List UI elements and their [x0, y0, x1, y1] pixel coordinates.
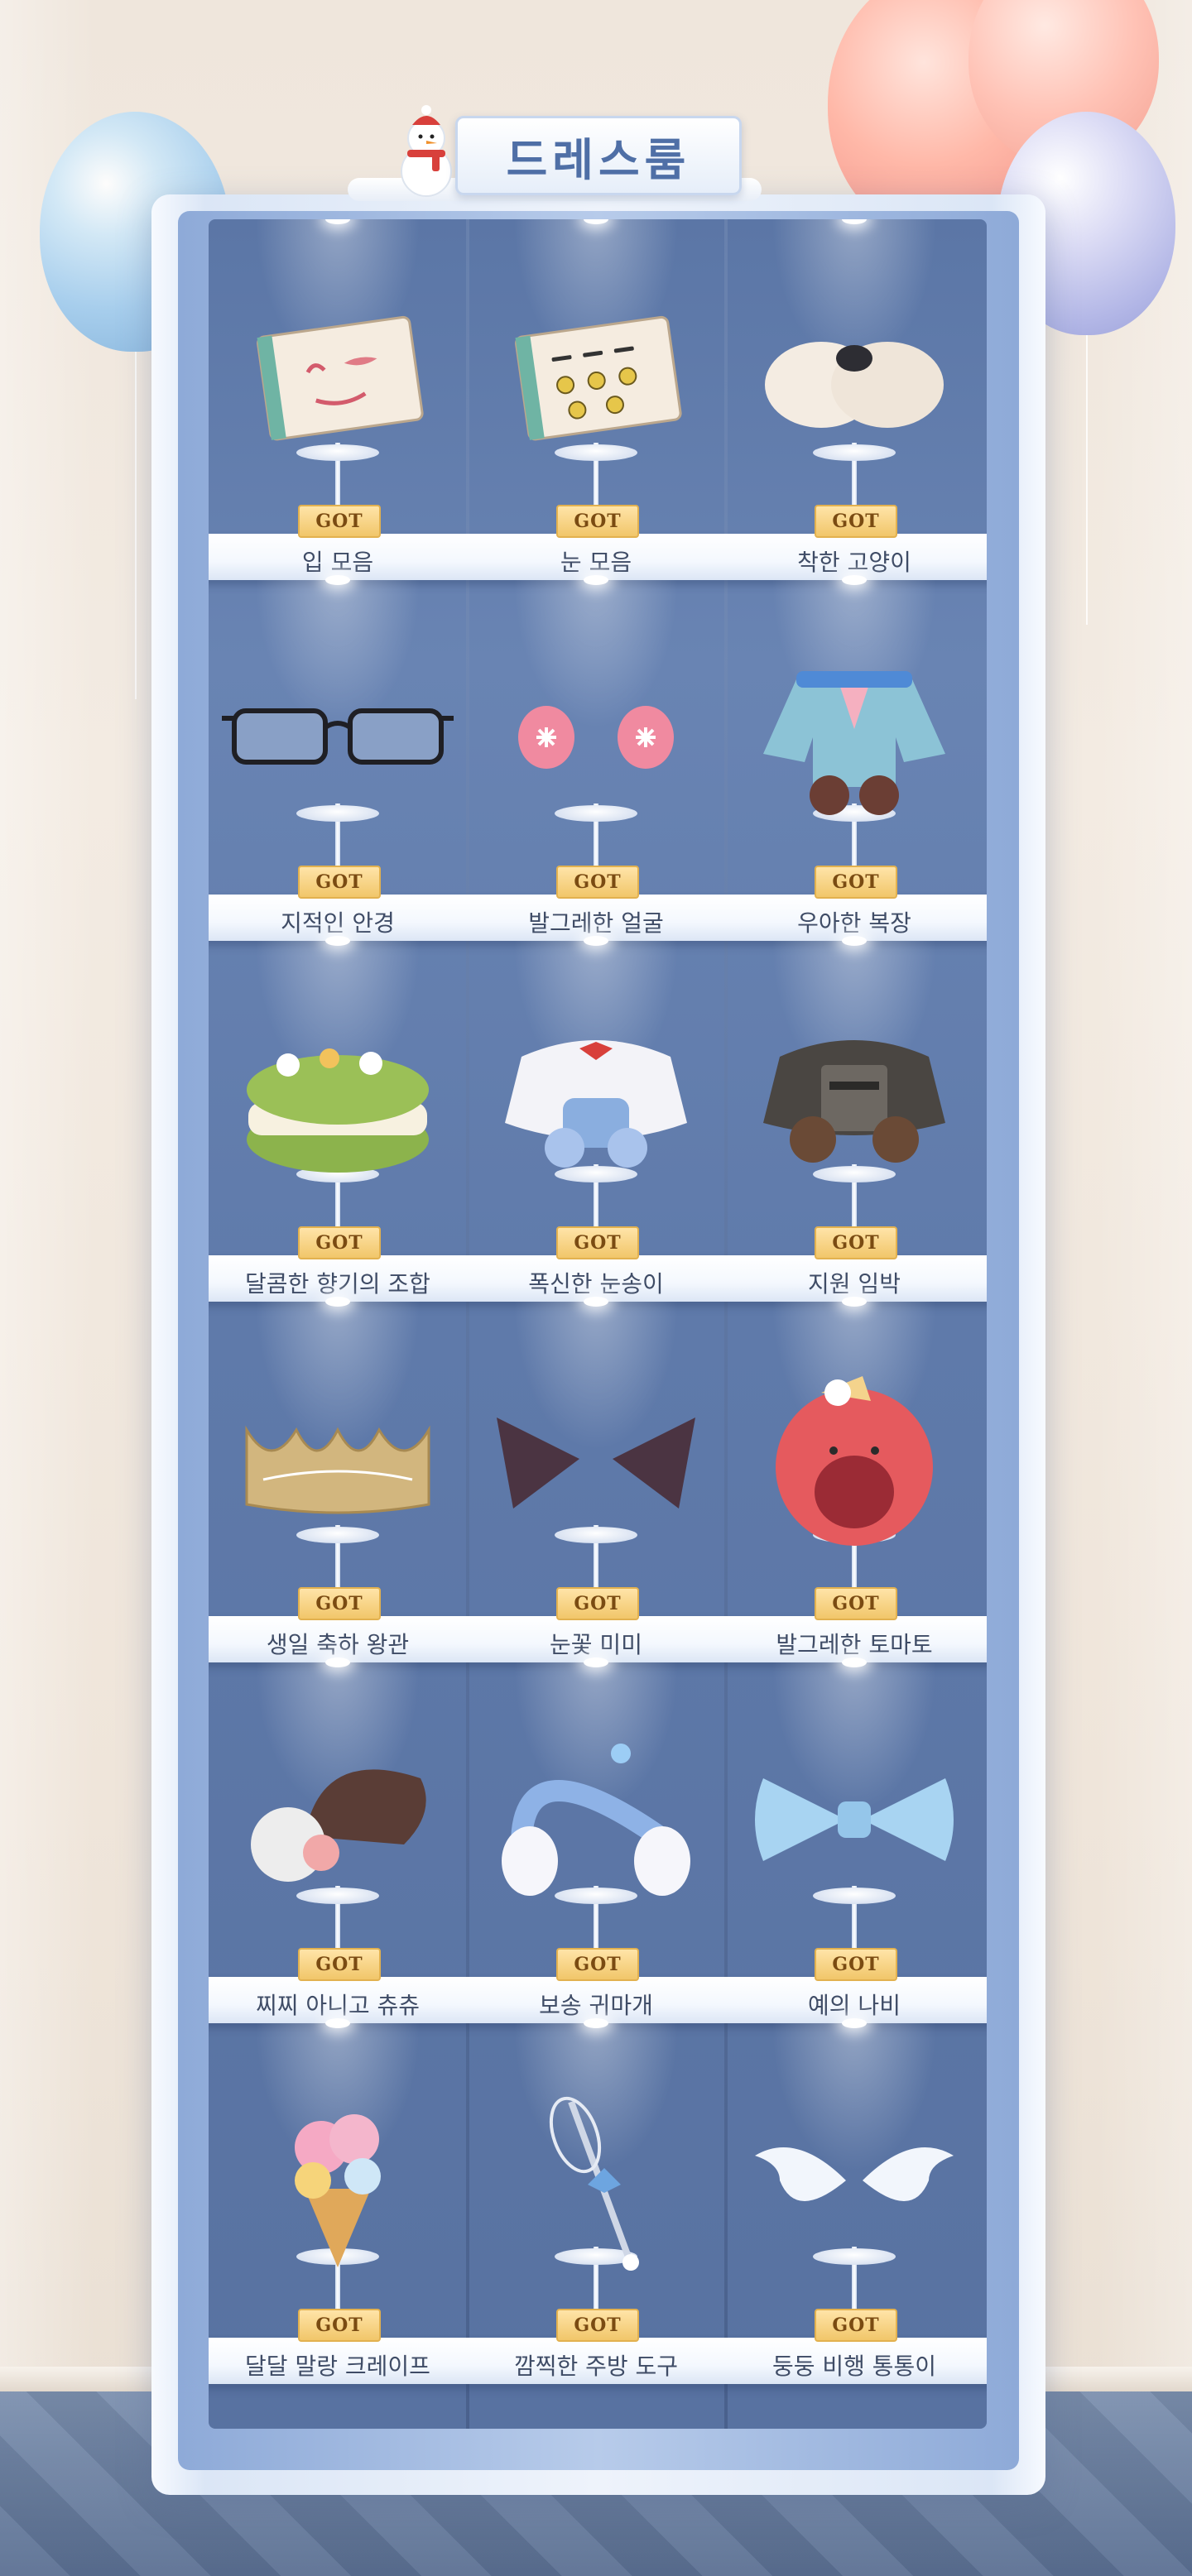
got-badge: GOT	[298, 866, 381, 899]
item-name: 눈꽃 미미	[550, 1631, 642, 1658]
got-badge: GOT	[556, 505, 639, 538]
wings-icon	[738, 2098, 970, 2263]
got-badge: GOT	[298, 1226, 381, 1259]
got-badge: GOT	[815, 1587, 897, 1620]
wardrobe-item[interactable]: GOT 깜찍한 주방 도구	[467, 2018, 725, 2384]
glasses-icon	[222, 655, 454, 820]
shelf-lamp	[842, 1297, 867, 1307]
got-badge: GOT	[298, 505, 381, 538]
dark-ears-icon	[480, 1376, 712, 1542]
elegant-outfit-icon	[738, 655, 970, 820]
ice-cream-icon	[222, 2098, 454, 2267]
item-name: 지적인 안경	[281, 909, 395, 937]
snowman-icon	[389, 103, 464, 199]
shelf-lamp	[584, 1297, 608, 1307]
item-name: 폭신한 눈송이	[528, 1270, 664, 1298]
item-name: 생일 축하 왕관	[266, 1631, 410, 1658]
wardrobe-item[interactable]: GOT 둥둥 비행 통통이	[725, 2018, 983, 2384]
shelf-lamp	[325, 1657, 350, 1667]
wardrobe-item[interactable]: GOT 달달 말랑 크레이프	[209, 2018, 467, 2384]
item-name: 예의 나비	[808, 1992, 901, 2019]
macaron-icon	[222, 1015, 454, 1181]
got-badge: GOT	[815, 1948, 897, 1981]
got-badge: GOT	[556, 2309, 639, 2342]
blush-icon	[480, 655, 712, 820]
got-badge: GOT	[298, 1948, 381, 1981]
shelf-lamp	[584, 2018, 608, 2028]
got-badge: GOT	[556, 1948, 639, 1981]
wardrobe-item[interactable]: GOT 눈 모음	[467, 219, 725, 580]
shelf-lamp	[842, 1657, 867, 1667]
wardrobe-item[interactable]: GOT 예의 나비	[725, 1657, 983, 2023]
shelf-lamp	[842, 575, 867, 585]
wardrobe-item[interactable]: GOT 지적인 안경	[209, 575, 467, 941]
balloon-string-2	[1086, 335, 1088, 625]
item-name: 발그레한 얼굴	[528, 909, 664, 937]
item-name: 보송 귀마개	[539, 1992, 653, 2019]
shelf-lamp	[584, 575, 608, 585]
item-name: 지원 임박	[808, 1270, 901, 1298]
mouth-set-icon	[222, 294, 454, 459]
item-name: 착한 고양이	[797, 549, 911, 576]
got-badge: GOT	[556, 1226, 639, 1259]
wardrobe-item[interactable]: GOT 보송 귀마개	[467, 1657, 725, 2023]
item-name: 둥둥 비행 통통이	[771, 2353, 937, 2380]
got-badge: GOT	[815, 2309, 897, 2342]
got-badge: GOT	[815, 866, 897, 899]
got-badge: GOT	[556, 866, 639, 899]
tomato-hat-icon	[738, 1376, 970, 1546]
wardrobe-item[interactable]: GOT 눈꽃 미미	[467, 1297, 725, 1662]
shelf-lamp	[842, 2018, 867, 2028]
got-badge: GOT	[298, 2309, 381, 2342]
shelf-lamp	[325, 575, 350, 585]
item-name: 입 모음	[301, 549, 374, 576]
item-name: 달달 말랑 크레이프	[245, 2353, 430, 2380]
shelf-lamp	[325, 1297, 350, 1307]
wardrobe-item[interactable]: GOT 찌찌 아니고 츄츄	[209, 1657, 467, 2023]
shelf-lamp	[584, 936, 608, 946]
cabinet-interior: GOT 입 모음 GOT 눈 모음 GOT 착한 고양이 GOT 지적인 안경 …	[209, 219, 987, 2429]
armor-outfit-icon	[738, 1015, 970, 1181]
wardrobe-item[interactable]: GOT 폭신한 눈송이	[467, 936, 725, 1302]
eyes-set-icon	[480, 294, 712, 459]
item-name: 찌찌 아니고 츄츄	[255, 1992, 421, 2019]
shelf-lamp	[842, 936, 867, 946]
wardrobe-item[interactable]: GOT 우아한 복장	[725, 575, 983, 941]
wardrobe-item[interactable]: GOT 달콤한 향기의 조합	[209, 936, 467, 1302]
bow-icon	[738, 1737, 970, 1902]
item-name: 눈 모음	[560, 549, 632, 576]
shelf-lamp	[584, 1657, 608, 1667]
wardrobe-item[interactable]: GOT 착한 고양이	[725, 219, 983, 580]
got-badge: GOT	[815, 1226, 897, 1259]
got-badge: GOT	[815, 505, 897, 538]
item-name: 발그레한 토마토	[776, 1631, 933, 1658]
crown-icon	[222, 1376, 454, 1542]
dressroom-sign: 드레스룸	[455, 116, 742, 195]
wardrobe-item[interactable]: GOT 지원 임박	[725, 936, 983, 1302]
snowflake-outfit-icon	[480, 1015, 712, 1181]
wardrobe-item[interactable]: GOT 발그레한 토마토	[725, 1297, 983, 1662]
got-badge: GOT	[556, 1587, 639, 1620]
wardrobe-item[interactable]: GOT 발그레한 얼굴	[467, 575, 725, 941]
shelf-lamp	[325, 936, 350, 946]
balloon-string	[135, 352, 137, 699]
wardrobe-item[interactable]: GOT 입 모음	[209, 219, 467, 580]
shelf-lamp	[325, 2018, 350, 2028]
item-name: 깜찍한 주방 도구	[513, 2353, 679, 2380]
page-title: 드레스룸	[506, 133, 691, 186]
cat-muzzle-icon	[738, 294, 970, 459]
earmuffs-icon	[480, 1737, 712, 1902]
item-name: 우아한 복장	[797, 909, 911, 937]
whisk-icon	[480, 2096, 712, 2271]
wardrobe-item[interactable]: GOT 생일 축하 왕관	[209, 1297, 467, 1662]
fur-hat-icon	[222, 1737, 454, 1902]
got-badge: GOT	[298, 1587, 381, 1620]
item-name: 달콤한 향기의 조합	[245, 1270, 430, 1298]
